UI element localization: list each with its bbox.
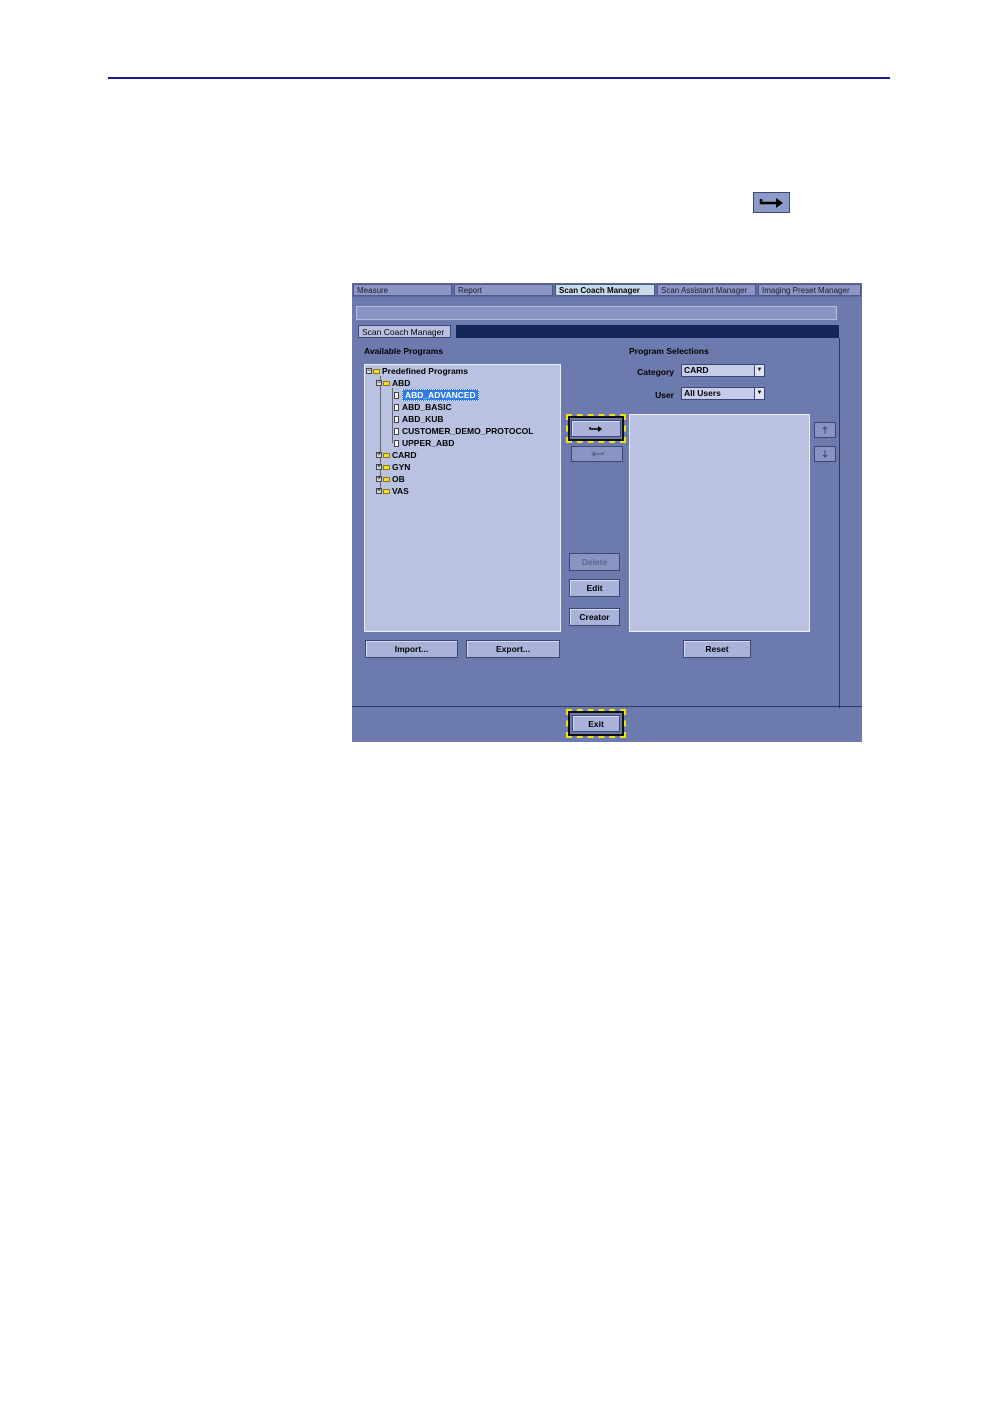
tree-node-customer-demo-protocol[interactable]: CUSTOMER_DEMO_PROTOCOL [394, 425, 533, 437]
footer-divider [352, 706, 862, 707]
delete-button[interactable]: Delete [569, 553, 620, 571]
expand-icon[interactable]: + [376, 452, 382, 458]
program-selections-label: Program Selections [629, 346, 709, 356]
left-arrow-icon [591, 451, 604, 457]
tree-node-label: CARD [392, 450, 417, 460]
tab-scan-coach-manager[interactable]: Scan Coach Manager [555, 284, 655, 296]
tree-node-vas[interactable]: + VAS [376, 485, 409, 497]
expand-icon[interactable]: + [376, 476, 382, 482]
tree-node-abd[interactable]: − ABD [376, 377, 410, 389]
document-icon [394, 403, 399, 411]
expand-icon[interactable]: + [376, 488, 382, 494]
up-arrow-icon [822, 426, 828, 434]
tree-node-label: CUSTOMER_DEMO_PROTOCOL [402, 426, 534, 436]
tree-node-abd-kub[interactable]: ABD_KUB [394, 413, 444, 425]
tree-node-label-selected: ABD_ADVANCED [402, 389, 479, 401]
header-rule [108, 77, 890, 79]
folder-icon [383, 380, 390, 386]
tab-scan-assistant-manager[interactable]: Scan Assistant Manager [657, 284, 756, 296]
collapse-icon[interactable]: − [376, 380, 382, 386]
tree-node-label: ABD [392, 378, 411, 388]
tree-connector [392, 388, 393, 443]
tree-node-label: OB [392, 474, 405, 484]
chevron-down-icon[interactable]: ▼ [754, 388, 764, 399]
category-value: CARD [684, 365, 709, 375]
category-select[interactable]: CARD ▼ [681, 364, 765, 377]
tree-node-label: Predefined Programs [382, 366, 468, 376]
expand-icon[interactable]: + [376, 464, 382, 470]
document-icon [394, 415, 399, 423]
tree-node-label: ABD_BASIC [402, 402, 452, 412]
scan-coach-screen: Measure Report Scan Coach Manager Scan A… [352, 283, 862, 742]
inline-right-arrow-button [753, 192, 790, 213]
document-icon [394, 391, 399, 399]
exit-button[interactable]: Exit [572, 715, 620, 732]
tree-node-upper-abd[interactable]: UPPER_ABD [394, 437, 454, 449]
edit-button[interactable]: Edit [569, 579, 620, 597]
move-up-button[interactable] [814, 422, 836, 438]
tree-node-label: GYN [392, 462, 411, 472]
user-label: User [655, 390, 674, 400]
move-down-button[interactable] [814, 446, 836, 462]
status-strip [356, 306, 837, 320]
user-select[interactable]: All Users ▼ [681, 387, 765, 400]
tab-measure[interactable]: Measure [353, 284, 452, 296]
tree-node-card[interactable]: + CARD [376, 449, 417, 461]
right-arrow-icon [589, 425, 602, 432]
panel-header-bar [456, 325, 839, 338]
folder-icon [383, 452, 390, 458]
add-to-selection-button[interactable] [571, 420, 621, 437]
program-selections-list[interactable] [629, 414, 810, 632]
tree-node-label: ABD_KUB [402, 414, 444, 424]
panel-title: Scan Coach Manager [358, 325, 452, 338]
tree-node-label: UPPER_ABD [402, 438, 455, 448]
tree-node-abd-advanced[interactable]: ABD_ADVANCED [394, 389, 479, 401]
down-arrow-icon [822, 450, 828, 458]
available-programs-label: Available Programs [364, 346, 444, 356]
reset-button[interactable]: Reset [683, 640, 751, 658]
collapse-icon[interactable]: − [366, 368, 372, 374]
tree-node-label: VAS [392, 486, 409, 496]
category-label: Category [637, 367, 674, 377]
folder-icon [383, 476, 390, 482]
folder-icon [383, 488, 390, 494]
tab-bar: Measure Report Scan Coach Manager Scan A… [352, 283, 862, 297]
creator-button[interactable]: Creator [569, 608, 620, 626]
chevron-down-icon[interactable]: ▼ [754, 365, 764, 376]
user-value: All Users [684, 388, 721, 398]
right-arrow-icon [759, 197, 783, 208]
tree-node-ob[interactable]: + OB [376, 473, 405, 485]
tree-node-predefined-programs[interactable]: − Predefined Programs [366, 365, 468, 377]
tab-report[interactable]: Report [454, 284, 553, 296]
import-button[interactable]: Import... [365, 640, 458, 658]
document-icon [394, 427, 399, 435]
export-button[interactable]: Export... [466, 640, 560, 658]
document-icon [394, 439, 399, 447]
folder-icon [383, 464, 390, 470]
tree-node-gyn[interactable]: + GYN [376, 461, 410, 473]
tab-imaging-preset-manager[interactable]: Imaging Preset Manager [758, 284, 861, 296]
tree-node-abd-basic[interactable]: ABD_BASIC [394, 401, 452, 413]
folder-icon [373, 368, 380, 374]
remove-from-selection-button[interactable] [571, 446, 623, 462]
